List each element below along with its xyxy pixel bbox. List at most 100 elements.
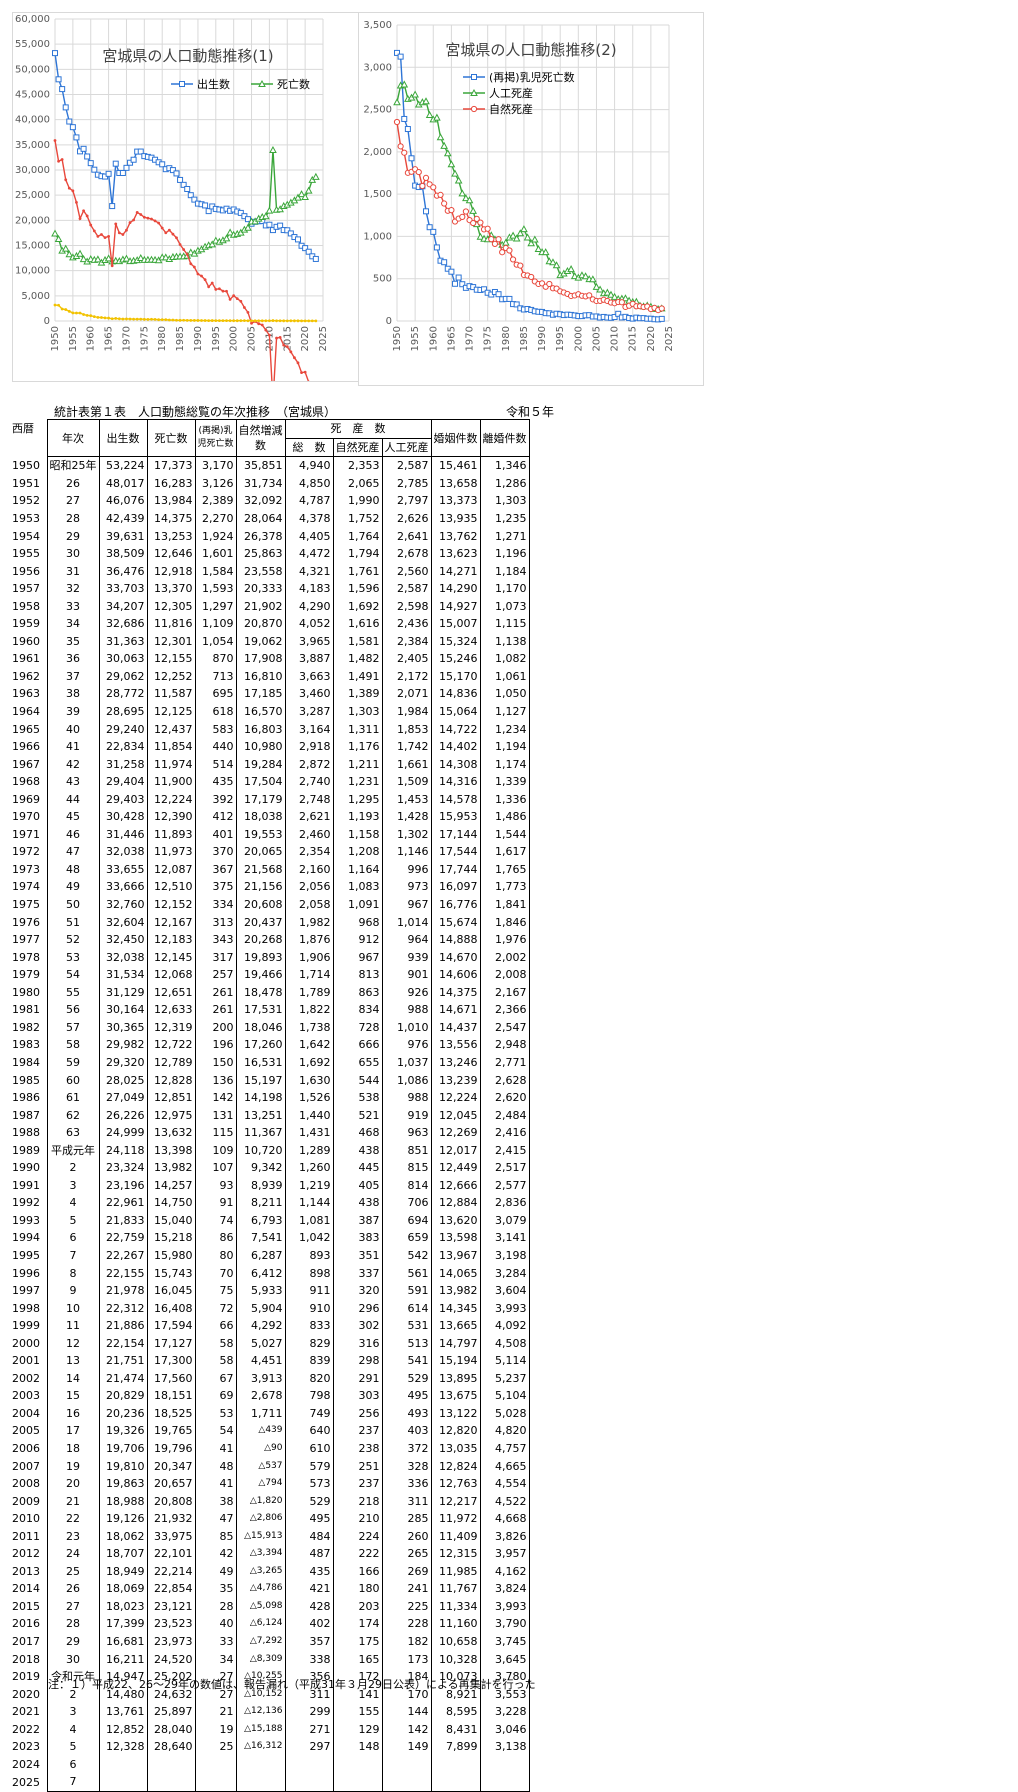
table-cell: 3,663 bbox=[285, 668, 333, 686]
table-cell: 338 bbox=[285, 1650, 333, 1668]
table-cell: 60 bbox=[47, 1071, 99, 1089]
table-cell: 19,326 bbox=[99, 1422, 147, 1440]
table-row: 19991121,88617,594664,29283330253113,665… bbox=[10, 1317, 529, 1335]
table-cell: 14,402 bbox=[431, 738, 480, 756]
table-cell: 2014 bbox=[10, 1580, 47, 1598]
data-point-infant bbox=[257, 319, 260, 322]
table-cell: 41 bbox=[47, 738, 99, 756]
data-point-infant bbox=[125, 318, 128, 321]
table-cell: 12,722 bbox=[147, 1036, 195, 1054]
table-cell: 22,312 bbox=[99, 1299, 147, 1317]
data-point-natural bbox=[86, 215, 89, 218]
table-cell: 11,816 bbox=[147, 615, 195, 633]
data-point-births bbox=[120, 171, 125, 176]
table-cell: 1964 bbox=[10, 703, 47, 721]
data-point-natural bbox=[132, 219, 135, 222]
table-cell: 13,598 bbox=[431, 1229, 480, 1247]
legend-marker bbox=[471, 106, 476, 111]
table-body: 1950昭和25年53,22417,3733,17035,8514,9402,3… bbox=[10, 457, 529, 1792]
x-tick-label: 1955 bbox=[410, 326, 421, 351]
table-cell: 12 bbox=[47, 1334, 99, 1352]
table-cell: 15,461 bbox=[431, 457, 480, 475]
data-point-artificial bbox=[459, 190, 465, 196]
table-cell: 4,162 bbox=[480, 1563, 529, 1581]
data-point-natural bbox=[143, 216, 146, 219]
table-cell: 1,596 bbox=[333, 580, 382, 598]
table-cell: 平成元年 bbox=[47, 1141, 99, 1159]
table-row: 19724732,03811,97337020,0652,3541,2081,1… bbox=[10, 843, 529, 861]
table-cell: 2024 bbox=[10, 1756, 47, 1774]
data-point-natural bbox=[57, 160, 60, 163]
table-cell: 1960 bbox=[10, 633, 47, 651]
table-cell: 18 bbox=[47, 1440, 99, 1458]
table-cell: 3,228 bbox=[480, 1703, 529, 1721]
table-cell: 964 bbox=[382, 931, 431, 949]
table-row: 19674231,25811,97451419,2842,8721,2111,6… bbox=[10, 755, 529, 773]
table-cell: 12,828 bbox=[147, 1071, 195, 1089]
legend-label: 死亡数 bbox=[277, 77, 310, 91]
table-cell: 44 bbox=[47, 790, 99, 808]
table-cell: 23 bbox=[47, 1527, 99, 1545]
table-cell: 8,939 bbox=[236, 1177, 285, 1195]
table-cell: 5,104 bbox=[480, 1387, 529, 1405]
table-cell: 34 bbox=[195, 1650, 236, 1668]
table-cell: 297 bbox=[285, 1738, 333, 1756]
data-point-infant bbox=[114, 317, 117, 320]
table-cell: 1,822 bbox=[285, 1001, 333, 1019]
table-cell: 33,703 bbox=[99, 580, 147, 598]
table-cell: 12,319 bbox=[147, 1019, 195, 1037]
table-cell: 1983 bbox=[10, 1036, 47, 1054]
x-tick-label: 1965 bbox=[446, 326, 457, 351]
table-cell: 544 bbox=[333, 1071, 382, 1089]
data-point-births bbox=[174, 171, 179, 176]
table-cell: 13,373 bbox=[431, 492, 480, 510]
table-cell: 174 bbox=[333, 1615, 382, 1633]
data-point-natural bbox=[100, 233, 103, 236]
table-cell: 14,722 bbox=[431, 720, 480, 738]
table-cell: 2010 bbox=[10, 1510, 47, 1528]
data-point-artificial bbox=[441, 143, 447, 149]
table-cell: 18,062 bbox=[99, 1527, 147, 1545]
data-point-births bbox=[295, 237, 300, 242]
table-cell bbox=[480, 1773, 529, 1791]
table-cell: 963 bbox=[382, 1124, 431, 1142]
table-row: 2023512,32828,64025△16,3122971481497,899… bbox=[10, 1738, 529, 1756]
data-point-births bbox=[70, 125, 75, 130]
y-tick-label: 20,000 bbox=[15, 215, 50, 226]
table-cell: 11,974 bbox=[147, 755, 195, 773]
table-cell: 2,678 bbox=[382, 545, 431, 563]
table-cell: 898 bbox=[285, 1264, 333, 1282]
table-cell: 695 bbox=[195, 685, 236, 703]
table-cell: 1,630 bbox=[285, 1071, 333, 1089]
table-cell: 2,366 bbox=[480, 1001, 529, 1019]
table-cell: 1,491 bbox=[333, 668, 382, 686]
table-cell: 34 bbox=[47, 615, 99, 633]
table-cell: 12,437 bbox=[147, 720, 195, 738]
table-cell: 893 bbox=[285, 1247, 333, 1265]
table-cell: 29 bbox=[47, 527, 99, 545]
table-cell: 12,269 bbox=[431, 1124, 480, 1142]
table-cell: 2,598 bbox=[382, 597, 431, 615]
table-cell: 27 bbox=[47, 1598, 99, 1616]
table-cell: 16,097 bbox=[431, 878, 480, 896]
data-point-births bbox=[124, 165, 129, 170]
table-cell: 3,198 bbox=[480, 1247, 529, 1265]
data-point-natural bbox=[304, 371, 307, 374]
table-cell: 19,796 bbox=[147, 1440, 195, 1458]
data-point-natural bbox=[68, 187, 71, 190]
table-cell: 2015 bbox=[10, 1598, 47, 1616]
table-cell: 4,668 bbox=[480, 1510, 529, 1528]
data-point-natural bbox=[125, 229, 128, 232]
table-cell: 4,554 bbox=[480, 1475, 529, 1493]
table-cell: 32,450 bbox=[99, 931, 147, 949]
legend-label: 自然死産 bbox=[489, 102, 533, 116]
table-cell: 17,144 bbox=[431, 826, 480, 844]
table-cell: 1,193 bbox=[333, 808, 382, 826]
table-cell: 19,466 bbox=[236, 966, 285, 984]
data-point-infant bbox=[434, 245, 439, 250]
table-cell: 196 bbox=[195, 1036, 236, 1054]
table-row: 20031520,82918,151692,67879830349513,675… bbox=[10, 1387, 529, 1405]
data-point-infant bbox=[214, 319, 217, 322]
table-cell: 2,587 bbox=[382, 580, 431, 598]
table-row: 1992422,96114,750918,2111,14443870612,88… bbox=[10, 1194, 529, 1212]
